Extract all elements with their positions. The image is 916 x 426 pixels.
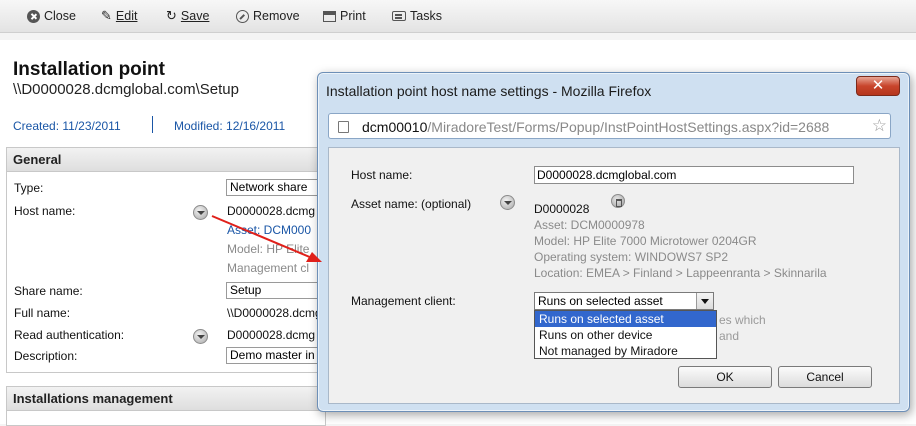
host-asset: Asset: DCM000 [227,223,327,237]
close-icon [27,9,40,23]
hidden-help-text-2: and [719,329,740,343]
share-name-label: Share name: [14,284,83,298]
save-label: Save [180,9,210,23]
option-not-managed[interactable]: Not managed by Miradore [535,343,716,359]
host-model: Model: HP Elite [227,242,310,256]
print-icon [323,10,336,22]
host-asset-link[interactable]: Asset: DCM000 [227,223,311,237]
remove-label: Remove [253,9,300,23]
edit-button[interactable]: ✎ Edit [101,8,137,24]
remove-icon [236,9,249,23]
host-name-dropdown-icon[interactable] [193,205,208,220]
delete-icon[interactable] [611,194,625,208]
save-button[interactable]: ↻ Save [166,8,209,24]
remove-button[interactable]: Remove [236,8,300,24]
os-line: Operating system: WINDOWS7 SP2 [534,250,729,264]
host-name-input[interactable]: D0000028.dcmglobal.com [534,166,854,184]
read-auth-dropdown-icon[interactable] [193,329,208,344]
modified-date: Modified: 12/16/2011 [174,119,286,133]
option-runs-on-selected-asset[interactable]: Runs on selected asset [535,311,716,327]
close-label: Close [44,9,76,23]
host-name-label: Host name: [351,168,413,182]
print-button[interactable]: Print [323,8,366,24]
close-icon: ✕ [871,77,885,94]
asset-name-value: D0000028 [534,202,590,216]
url-text: dcm00010/MiradoreTest/Forms/Popup/InstPo… [362,119,829,135]
close-button[interactable]: Close [27,8,76,24]
tasks-button[interactable]: Tasks [392,8,442,24]
host-settings-popup: Installation point host name settings - … [317,72,910,412]
location-line: Location: EMEA > Finland > Lappeenranta … [534,266,827,280]
page-subtitle: \\D0000028.dcmglobal.com\Setup [13,81,239,98]
save-icon: ↻ [166,8,177,23]
full-name-label: Full name: [14,306,71,320]
asset-line: Asset: DCM0000978 [534,218,645,232]
page-icon [338,121,349,133]
read-auth-value: D0000028.dcmg [227,328,316,342]
hidden-help-text-1: es which [719,313,766,327]
popup-close-button[interactable]: ✕ [856,76,900,96]
asset-name-dropdown-icon[interactable] [500,195,515,210]
created-date: Created: 11/23/2011 [13,119,121,133]
chevron-down-icon[interactable] [696,293,713,309]
host-name-value: D0000028.dcmg [227,204,316,218]
management-client-value: Runs on selected asset [538,294,663,308]
meta-divider [152,116,153,133]
host-mgmt: Management cl [227,261,310,275]
url-path: /MiradoreTest/Forms/Popup/InstPointHostS… [427,119,830,135]
management-client-label: Management client: [351,294,456,308]
print-label: Print [340,9,366,23]
installations-section: Installations management [6,386,326,426]
popup-body: Host name: D0000028.dcmglobal.com Asset … [328,147,900,404]
model-line: Model: HP Elite 7000 Microtower 0204GR [534,234,757,248]
pencil-icon: ✎ [101,8,112,23]
tasks-label: Tasks [410,9,442,23]
url-bar[interactable]: dcm00010/MiradoreTest/Forms/Popup/InstPo… [328,113,891,139]
bookmark-star-icon[interactable]: ☆ [872,116,887,136]
general-heading: General [7,148,325,172]
cancel-button[interactable]: Cancel [778,366,872,388]
type-field[interactable]: Network share [226,179,326,196]
option-runs-on-other-device[interactable]: Runs on other device [535,327,716,343]
description-field[interactable]: Demo master in [226,347,326,364]
ok-button[interactable]: OK [678,366,772,388]
host-name-label: Host name: [14,204,76,218]
full-name-value: \\D0000028.dcmg [227,306,322,320]
asset-name-label: Asset name: (optional) [351,197,472,211]
url-domain: dcm00010 [362,119,428,135]
popup-title: Installation point host name settings - … [326,83,652,99]
page-title: Installation point [13,59,165,80]
share-name-field[interactable]: Setup [226,282,326,299]
tasks-icon [392,11,406,21]
general-section: General Type: Network share Host name: D… [6,147,326,373]
read-auth-label: Read authentication: [14,328,125,342]
type-label: Type: [14,181,44,195]
installations-heading: Installations management [7,387,325,411]
toolbar: Close ✎ Edit ↻ Save Remove Print Tasks [0,0,916,33]
edit-label: Edit [115,9,138,23]
description-label: Description: [14,349,78,363]
management-client-select[interactable]: Runs on selected asset [534,292,714,310]
management-client-options: Runs on selected asset Runs on other dev… [534,310,717,359]
